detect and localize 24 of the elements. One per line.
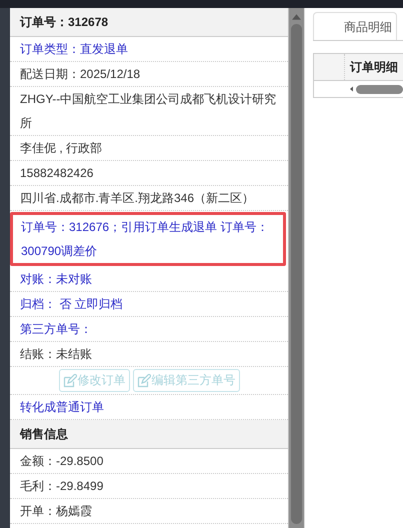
- section-header: 销售信息: [10, 420, 288, 449]
- info-link[interactable]: 第三方单号：: [20, 322, 92, 336]
- info-text: 李佳伲 , 行政部: [20, 141, 102, 155]
- info-text: ZHGY--中国航空工业集团公司成都飞机设计研究所: [20, 92, 276, 130]
- tab[interactable]: 商品明细: [313, 12, 397, 40]
- edit-icon: [136, 374, 150, 388]
- info-text: 开单：杨嫣霞: [20, 504, 92, 518]
- info-text: 配送日期：2025/12/18: [20, 67, 140, 81]
- section-header: 订单号：312678: [10, 8, 288, 37]
- scrollbar[interactable]: [288, 8, 304, 528]
- info-link[interactable]: 归档： 否 立即归档: [20, 297, 123, 311]
- info-link[interactable]: 转化成普通订单: [20, 400, 104, 414]
- info-text: 四川省.成都市.青羊区.翔龙路346（新二区）: [20, 191, 254, 205]
- left-arrow-icon[interactable]: [350, 85, 353, 93]
- highlighted-order-note: 订单号：312676；引用订单生成退单 订单号：300790调差价: [10, 212, 286, 266]
- column-header: 订单明细: [348, 59, 398, 76]
- info-link[interactable]: 订单类型：直发退单: [20, 42, 128, 56]
- info-text: 金额：-29.8500: [20, 454, 104, 468]
- info-text: 毛利：-29.8499: [20, 479, 104, 493]
- up-arrow-icon[interactable]: [292, 14, 301, 20]
- info-text: 15882482426: [20, 166, 94, 180]
- edit-icon: [62, 374, 76, 388]
- info-text: 结账：未结账: [20, 347, 92, 361]
- info-link[interactable]: 对账：未对账: [20, 272, 92, 286]
